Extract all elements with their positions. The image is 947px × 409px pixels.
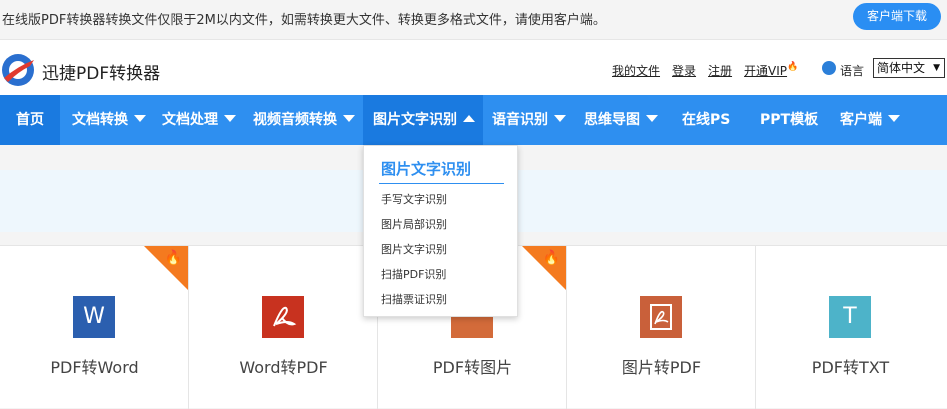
nav-online-ps[interactable]: 在线PS bbox=[682, 95, 730, 145]
brand-name[interactable]: 迅捷PDF转换器 bbox=[42, 59, 160, 84]
triangle-down-icon bbox=[888, 115, 900, 122]
login-link[interactable]: 登录 bbox=[672, 62, 696, 79]
triangle-down-icon bbox=[224, 115, 236, 122]
nav-doc-convert-label: 文档转换 bbox=[72, 112, 128, 128]
vip-link-label: 开通VIP bbox=[744, 64, 788, 78]
nav-client-label: 客户端 bbox=[840, 112, 882, 128]
header-links: 我的文件 登录 注册 开通VIP🔥 bbox=[612, 62, 798, 79]
language-select[interactable]: 简体中文 ▼ bbox=[873, 58, 945, 78]
triangle-down-icon bbox=[134, 115, 146, 122]
nav-doc-convert[interactable]: 文档转换 bbox=[72, 95, 146, 145]
pdf-icon bbox=[262, 296, 304, 338]
tool-card[interactable]: Word转PDF bbox=[189, 246, 378, 409]
language-label: 语言 bbox=[840, 64, 865, 78]
menu-item-scanned-pdf-ocr[interactable]: 扫描PDF识别 bbox=[381, 266, 446, 282]
nav-home[interactable]: 首页 bbox=[0, 95, 60, 145]
tool-card[interactable]: T PDF转TXT bbox=[756, 246, 945, 409]
site-header: 迅捷PDF转换器 我的文件 登录 注册 开通VIP🔥 语言 简体中文 ▼ bbox=[0, 40, 947, 95]
tool-label: 图片转PDF bbox=[621, 358, 702, 377]
vip-link[interactable]: 开通VIP bbox=[744, 62, 787, 79]
nav-speech-recognition-label: 语音识别 bbox=[492, 112, 548, 128]
tool-label: PDF转图片 bbox=[432, 358, 513, 377]
fire-icon: 🔥 bbox=[787, 62, 799, 72]
logo-icon[interactable] bbox=[0, 52, 36, 88]
menu-item-image-text-ocr[interactable]: 图片文字识别 bbox=[381, 241, 447, 257]
nav-image-ocr[interactable]: 图片文字识别 bbox=[363, 95, 483, 145]
nav-av-convert[interactable]: 视频音频转换 bbox=[253, 95, 355, 145]
globe-icon bbox=[822, 61, 836, 75]
pdf-icon bbox=[640, 296, 682, 338]
nav-doc-process[interactable]: 文档处理 bbox=[162, 95, 236, 145]
client-download-button[interactable]: 客户端下载 bbox=[853, 3, 941, 30]
language-select-value: 简体中文 bbox=[877, 61, 926, 75]
word-icon: W bbox=[73, 296, 115, 338]
image-ocr-dropdown: 图片文字识别 手写文字识别 图片局部识别 图片文字识别 扫描PDF识别 扫描票证… bbox=[363, 145, 518, 317]
nav-client[interactable]: 客户端 bbox=[840, 95, 900, 145]
top-notice-bar: 在线版PDF转换器转换文件仅限于2M以内文件，如需转换更大文件、转换更多格式文件… bbox=[0, 0, 947, 40]
tool-label: PDF转Word bbox=[50, 358, 139, 377]
my-files-link[interactable]: 我的文件 bbox=[612, 62, 660, 79]
nav-av-convert-label: 视频音频转换 bbox=[253, 112, 337, 128]
menu-item-receipt-ocr[interactable]: 扫描票证识别 bbox=[381, 291, 447, 307]
nav-speech-recognition[interactable]: 语音识别 bbox=[492, 95, 566, 145]
tool-card[interactable]: W PDF转Word 🔥 bbox=[0, 246, 189, 409]
fire-icon: 🔥 bbox=[164, 250, 182, 266]
txt-icon: T bbox=[829, 296, 871, 338]
fire-icon: 🔥 bbox=[542, 250, 560, 266]
dropdown-title: 图片文字识别 bbox=[381, 160, 472, 178]
nav-image-ocr-label: 图片文字识别 bbox=[373, 112, 457, 128]
main-nav: 首页 文档转换 文档处理 视频音频转换 图片文字识别 语音识别 思维导图 在线P… bbox=[0, 95, 947, 145]
tool-label: PDF转TXT bbox=[811, 358, 890, 377]
caret-down-icon: ▼ bbox=[933, 63, 940, 73]
triangle-down-icon bbox=[343, 115, 355, 122]
tool-label: Word转PDF bbox=[239, 358, 328, 377]
triangle-up-icon bbox=[463, 115, 475, 122]
nav-mindmap[interactable]: 思维导图 bbox=[584, 95, 658, 145]
notice-text: 在线版PDF转换器转换文件仅限于2M以内文件，如需转换更大文件、转换更多格式文件… bbox=[2, 13, 606, 28]
nav-doc-process-label: 文档处理 bbox=[162, 112, 218, 128]
nav-mindmap-label: 思维导图 bbox=[584, 112, 640, 128]
register-link[interactable]: 注册 bbox=[708, 62, 732, 79]
tool-card[interactable]: 图片转PDF bbox=[567, 246, 756, 409]
menu-item-handwriting-ocr[interactable]: 手写文字识别 bbox=[381, 191, 447, 207]
triangle-down-icon bbox=[554, 115, 566, 122]
nav-ppt-templates[interactable]: PPT模板 bbox=[760, 95, 818, 145]
menu-item-partial-image-ocr[interactable]: 图片局部识别 bbox=[381, 216, 447, 232]
dropdown-divider bbox=[379, 183, 504, 184]
triangle-down-icon bbox=[646, 115, 658, 122]
